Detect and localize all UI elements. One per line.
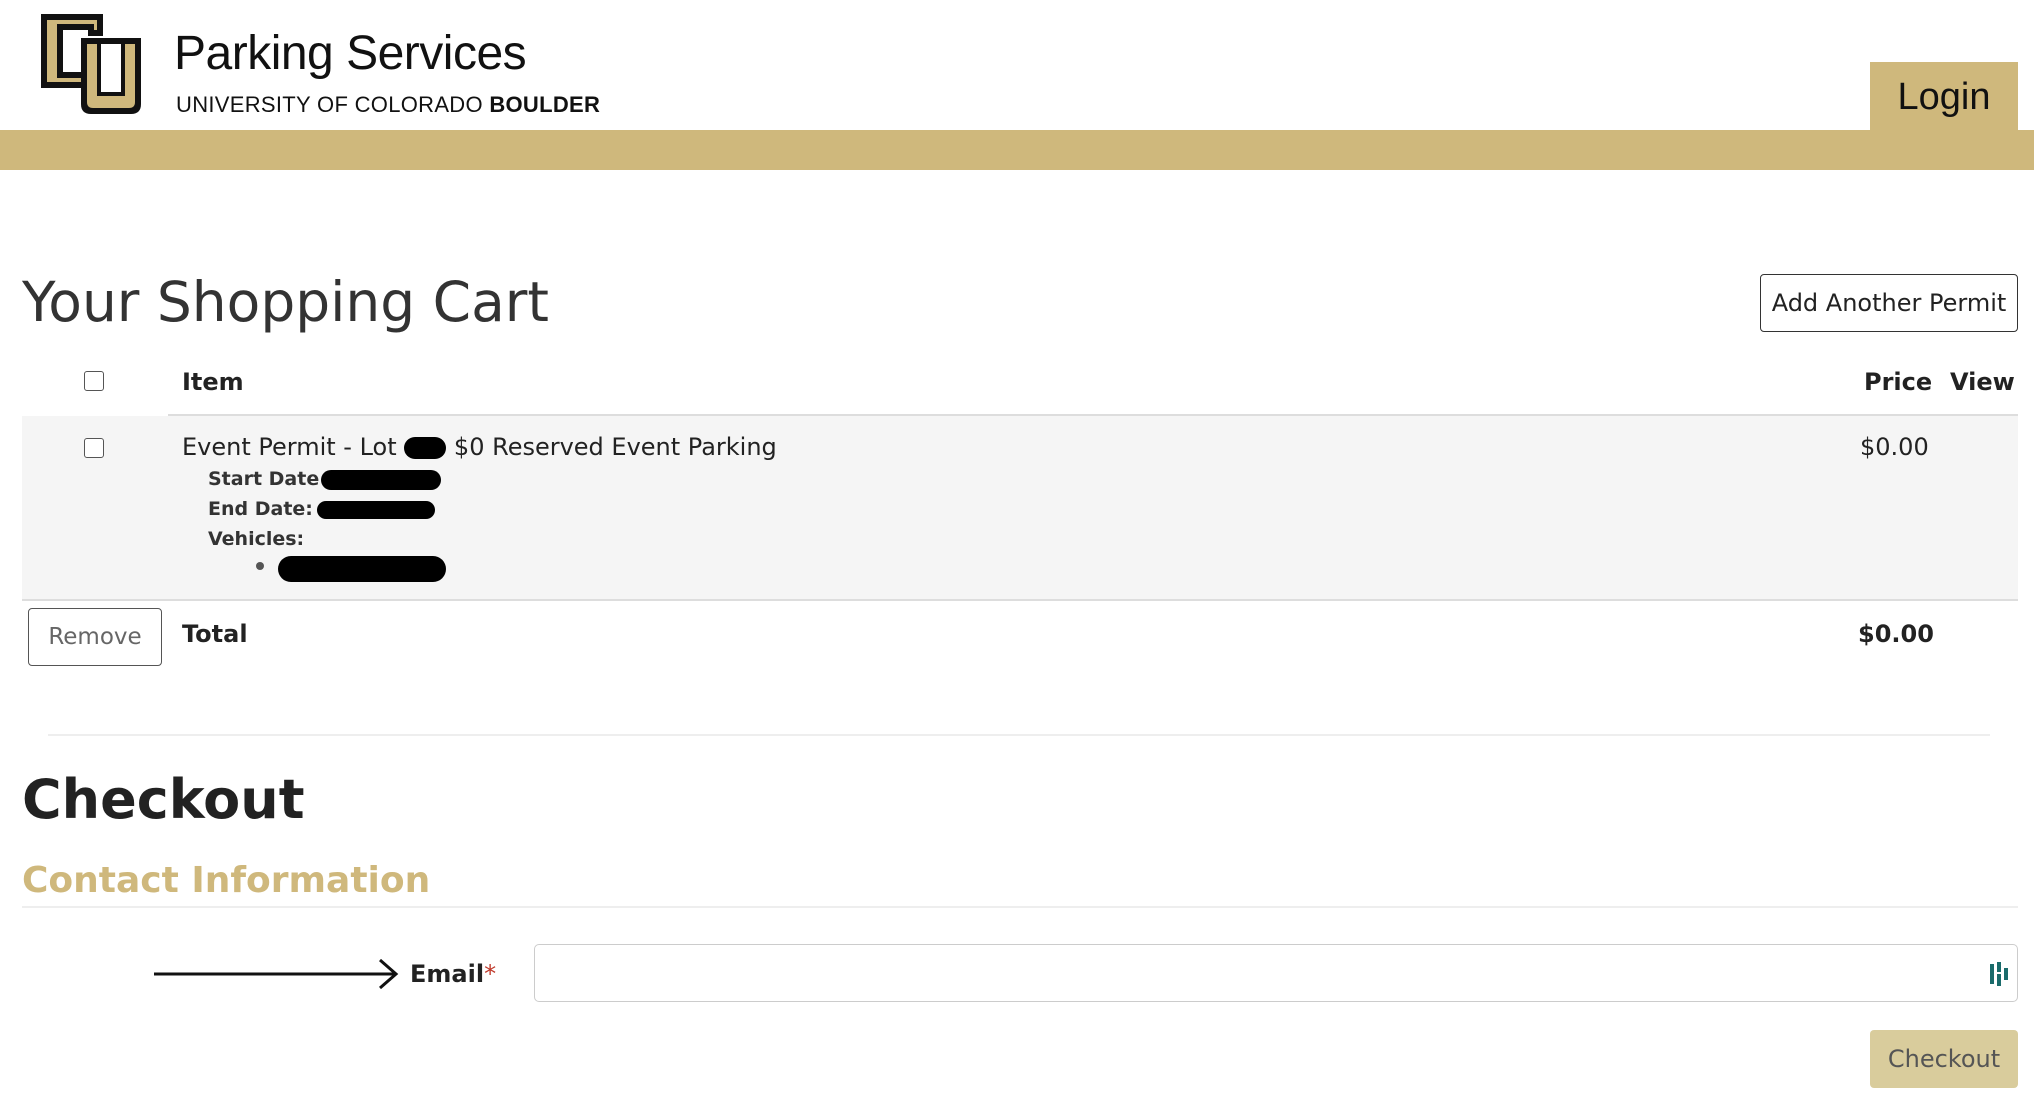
email-label: Email*: [410, 960, 496, 988]
select-all-checkbox[interactable]: [84, 371, 104, 391]
brand-subtitle: UNIVERSITY OF COLORADO BOULDER: [176, 92, 600, 118]
brand-title: Parking Services: [174, 27, 527, 80]
site-header: Parking Services UNIVERSITY OF COLORADO …: [0, 0, 2034, 130]
login-button[interactable]: Login: [1870, 62, 2018, 132]
email-label-text: Email: [410, 960, 485, 988]
end-date-line: End Date:: [208, 498, 435, 520]
redacted-start-date: [321, 469, 442, 490]
brand-subtitle-regular: UNIVERSITY OF COLORADO: [176, 92, 490, 117]
column-header-price: Price: [1864, 368, 1933, 396]
end-date-label: End Date:: [208, 498, 313, 520]
column-header-view: View: [1950, 368, 2015, 396]
vehicles-label: Vehicles:: [208, 528, 305, 550]
row-price: $0.00: [1860, 433, 1929, 461]
checkout-button[interactable]: Checkout: [1870, 1030, 2018, 1088]
contact-information-title: Contact Information: [22, 860, 431, 901]
row-select-checkbox[interactable]: [84, 438, 104, 458]
checkout-title: Checkout: [22, 768, 305, 831]
password-manager-icon[interactable]: [1988, 960, 2010, 988]
start-date-line: Start Date: [208, 468, 442, 490]
total-label: Total: [182, 620, 248, 648]
cu-logo[interactable]: [33, 8, 148, 120]
vehicle-bullet: [256, 562, 264, 570]
contact-divider: [22, 906, 2018, 908]
required-asterisk: *: [484, 960, 497, 988]
total-value: $0.00: [1858, 620, 1934, 648]
add-another-permit-button[interactable]: Add Another Permit: [1760, 274, 2018, 332]
redacted-vehicle: [278, 556, 446, 582]
brand-subtitle-bold: BOULDER: [489, 92, 601, 117]
start-date-label: Start Date: [208, 468, 320, 490]
header-gold-bar: [0, 130, 2034, 170]
cart-title: Your Shopping Cart: [22, 270, 549, 334]
section-divider: [48, 734, 1990, 736]
permit-name-prefix: Event Permit - Lot: [182, 433, 397, 461]
remove-button[interactable]: Remove: [28, 608, 162, 666]
vehicles-line: Vehicles:: [208, 528, 304, 550]
arrow-right-icon: [154, 958, 399, 990]
redacted-end-date: [316, 500, 435, 519]
column-header-item: Item: [182, 368, 244, 396]
permit-item-name: Event Permit - Lot $0 Reserved Event Par…: [182, 433, 777, 461]
permit-name-suffix: $0 Reserved Event Parking: [453, 433, 777, 461]
redacted-lot: [404, 437, 447, 459]
email-input[interactable]: [534, 944, 2018, 1002]
